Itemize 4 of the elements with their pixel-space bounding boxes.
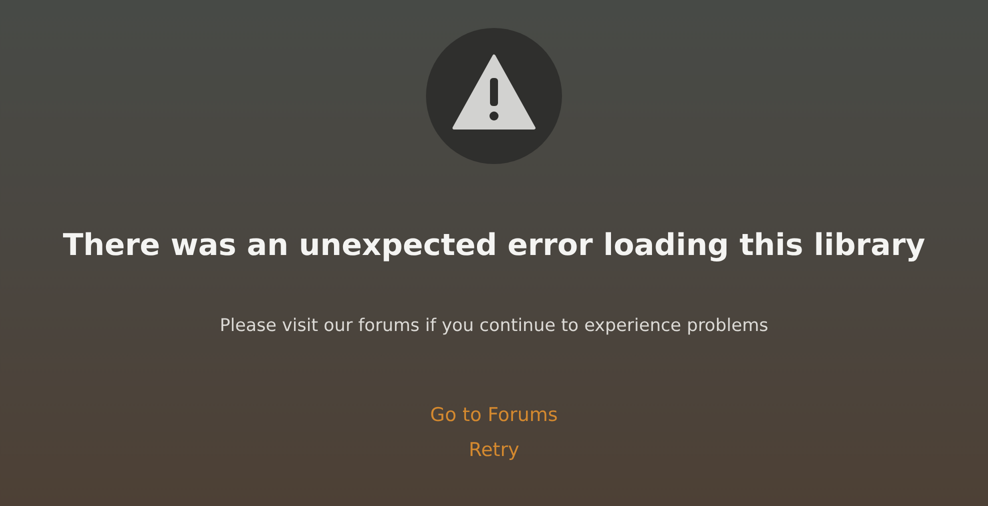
action-link[interactable]: Retry <box>468 436 520 464</box>
error-title: There was an unexpected error loading this library <box>62 227 926 265</box>
error-message: Please visit our forums if you continue to experience problems <box>220 315 768 338</box>
action-link[interactable]: Go to Forums <box>430 401 558 429</box>
